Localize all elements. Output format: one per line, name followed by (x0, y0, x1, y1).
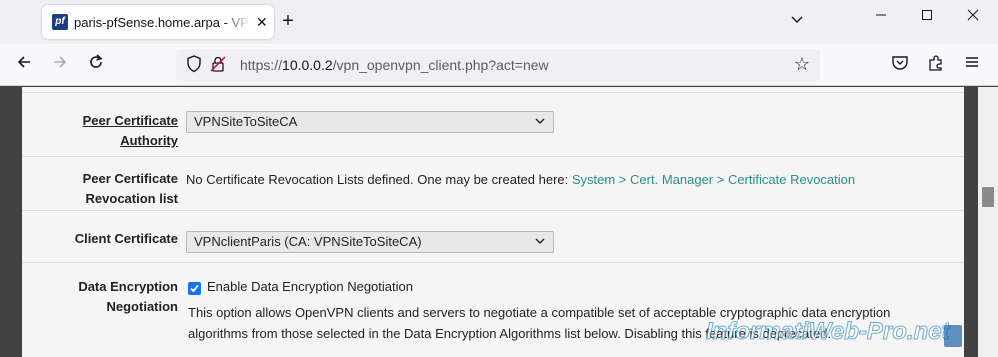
peer-crl-help: No Certificate Revocation Lists defined.… (186, 172, 855, 187)
url-scheme: https:// (240, 57, 283, 73)
bookmark-star-icon[interactable]: ☆ (794, 54, 810, 75)
openvpn-client-form-panel: Peer Certificate Authority VPNSiteToSite… (22, 87, 964, 357)
peer-ca-label: Peer Certificate Authority (22, 93, 178, 156)
new-tab-icon[interactable]: + (276, 10, 300, 34)
browser-tab-bar: pf paris-pfSense.home.arpa - VPN: OpenVP… (0, 0, 998, 44)
pocket-icon[interactable] (889, 54, 911, 76)
client-certificate-select[interactable]: VPNclientParis (CA: VPNSiteToSiteCA) (186, 231, 554, 253)
checkmark-icon (190, 284, 199, 293)
url-host: 10.0.0.2 (282, 57, 333, 73)
close-window-icon[interactable] (958, 8, 988, 26)
enable-data-encryption-negotiation-checkbox[interactable] (188, 282, 201, 295)
url-path: /vpn_openvpn_client.php?act=new (332, 57, 549, 73)
scrollbar-thumb[interactable] (982, 187, 994, 207)
peer-ca-selected-value: VPNSiteToSiteCA (194, 114, 298, 129)
url-bar[interactable]: https://10.0.0.2/vpn_openvpn_client.php?… (176, 49, 820, 81)
client-cert-selected-value: VPNclientParis (CA: VPNSiteToSiteCA) (194, 234, 422, 249)
back-arrow-icon[interactable] (12, 53, 36, 77)
forward-arrow-icon[interactable] (48, 53, 72, 77)
data-encryption-label-line1: Data Encryption (78, 279, 178, 294)
insecure-lock-icon[interactable] (210, 55, 226, 73)
client-cert-label-text: Client Certificate (74, 231, 178, 246)
peer-ca-label-line1: Peer Certificate (82, 113, 178, 128)
browser-tab[interactable]: pf paris-pfSense.home.arpa - VPN: OpenVP… (42, 5, 274, 39)
form-row-peer-certificate-revocation: Peer Certificate Revocation list No Cert… (22, 158, 964, 211)
chevron-down-icon (535, 238, 545, 244)
browser-nav-bar: https://10.0.0.2/vpn_openvpn_client.php?… (0, 44, 998, 86)
peer-crl-text: No Certificate Revocation Lists defined.… (186, 172, 572, 187)
close-tab-icon[interactable]: ✕ (256, 14, 268, 31)
hamburger-menu-icon[interactable] (961, 54, 983, 76)
data-encryption-label-line2: Negotiation (106, 299, 179, 314)
enable-data-encryption-negotiation-label[interactable]: Enable Data Encryption Negotiation (207, 279, 413, 294)
minimize-window-icon[interactable] (866, 8, 896, 26)
certificate-revocation-link[interactable]: System > Cert. Manager > Certificate Rev… (572, 172, 855, 187)
informatiweb-watermark: InformatiWeb-Pro.net (706, 318, 951, 346)
peer-crl-label: Peer Certificate Revocation list (22, 158, 178, 210)
tab-title: paris-pfSense.home.arpa - VPN: OpenVPN (74, 14, 250, 30)
form-row-client-certificate: Client Certificate VPNclientParis (CA: V… (22, 212, 964, 263)
page-content: Peer Certificate Authority VPNSiteToSite… (0, 87, 978, 357)
form-row-peer-certificate-authority: Peer Certificate Authority VPNSiteToSite… (22, 93, 964, 157)
pfsense-favicon-icon: pf (52, 14, 68, 30)
maximize-window-icon[interactable] (912, 8, 942, 26)
chevron-down-icon (535, 118, 545, 124)
peer-ca-select[interactable]: VPNSiteToSiteCA (186, 111, 554, 133)
extensions-puzzle-icon[interactable] (925, 54, 947, 76)
data-encryption-label: Data Encryption Negotiation (22, 264, 178, 357)
url-text[interactable]: https://10.0.0.2/vpn_openvpn_client.php?… (240, 57, 549, 73)
peer-crl-label-line2: Revocation list (85, 191, 178, 206)
client-cert-label: Client Certificate (22, 212, 178, 262)
watermark-computer-icon (944, 325, 962, 347)
reload-icon[interactable] (84, 53, 108, 77)
peer-ca-label-line2: Authority (120, 133, 178, 148)
tracking-protection-shield-icon[interactable] (186, 55, 202, 73)
list-all-tabs-icon[interactable] (790, 12, 804, 29)
page-scrollbar[interactable] (978, 87, 998, 357)
peer-crl-label-line1: Peer Certificate (82, 171, 178, 186)
